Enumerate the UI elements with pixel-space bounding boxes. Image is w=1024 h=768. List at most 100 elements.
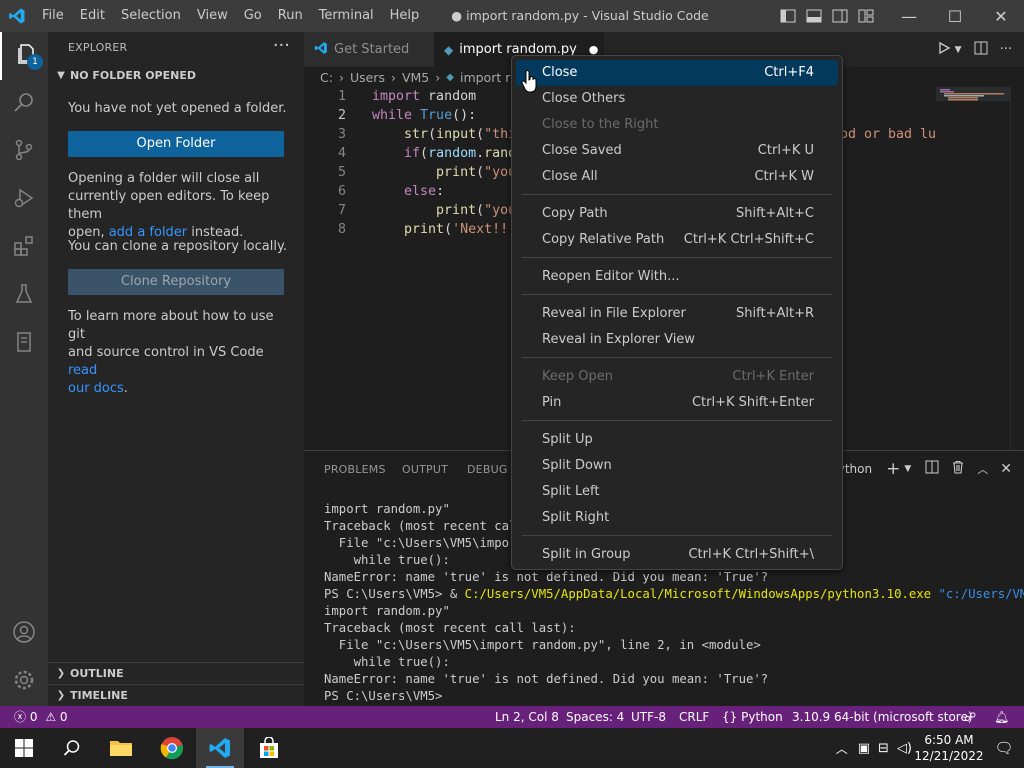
ethernet-icon[interactable]: ⊟ [878,741,889,756]
hand-cursor-icon [521,70,539,98]
no-folder-section-header[interactable]: ▼ NO FOLDER OPENED [54,69,196,82]
close-window-button[interactable]: ✕ [978,0,1024,32]
language-mode[interactable]: {} Python [722,706,783,728]
breadcrumb-users[interactable]: Users [350,70,385,85]
menu-view[interactable]: View [189,0,236,32]
line-number: 8 [337,222,346,237]
vscode-icon[interactable] [196,728,244,768]
menu-edit[interactable]: Edit [72,0,113,32]
trash-icon[interactable] [951,460,965,478]
breadcrumb-drive[interactable]: C: [320,70,333,85]
breadcrumb-vm5[interactable]: VM5 [402,70,429,85]
accounts-activity[interactable] [0,610,48,658]
split-editor-icon[interactable] [974,41,988,59]
menu-item-split-in-group[interactable]: Split in Group Ctrl+K Ctrl+Shift+\ [516,542,838,568]
chrome-icon[interactable] [148,728,196,768]
warning-count: 0 [59,710,68,724]
minimap[interactable] [936,87,1016,450]
terminal-prompt[interactable]: PS C:\Users\VM5> [324,689,442,703]
outline-section-header[interactable]: ❯ OUTLINE [54,667,124,680]
chevron-down-icon[interactable]: ▼ [955,45,962,55]
menu-item-copy-path[interactable]: Copy Path Shift+Alt+C [516,201,838,227]
store-icon[interactable] [245,728,293,768]
maximize-button[interactable]: ☐ [932,0,978,32]
menu-separator [522,420,832,421]
menu-item-split-left[interactable]: Split Left [516,479,838,505]
tab-get-started[interactable]: Get Started [304,32,434,67]
menu-file[interactable]: File [34,0,72,32]
menu-item-split-right[interactable]: Split Right [516,505,838,531]
menu-item-close-all[interactable]: Close All Ctrl+K W [516,164,838,190]
menu-item-pin[interactable]: Pin Ctrl+K Shift+Enter [516,390,838,416]
vertical-scrollbar[interactable] [1010,87,1024,450]
menu-item-reopen-editor-with[interactable]: Reopen Editor With... [516,264,838,290]
line-number: 5 [337,165,346,180]
search-icon[interactable] [48,728,96,768]
tab-output[interactable]: OUTPUT [402,463,448,476]
menu-item-close[interactable]: Close Ctrl+F4 [516,60,838,86]
more-actions-icon[interactable]: ··· [273,35,290,56]
toggle-primary-sidebar-icon[interactable] [778,0,798,32]
menu-separator [522,294,832,295]
chevron-down-icon[interactable]: ▼ [904,464,911,474]
run-debug-activity[interactable] [0,176,48,224]
extensions-activity[interactable] [0,224,48,272]
clone-repository-button[interactable]: Clone Repository [68,269,284,295]
menu-item-split-down[interactable]: Split Down [516,453,838,479]
encoding[interactable]: UTF-8 [631,706,666,728]
customize-layout-icon[interactable] [856,0,876,32]
our-docs-link[interactable]: our docs [68,381,124,396]
split-terminal-icon[interactable] [925,460,939,478]
manage-activity[interactable] [0,658,48,706]
notifications-bell-icon[interactable]: 🔔︎ [994,706,1009,728]
menu-run[interactable]: Run [270,0,311,32]
network-icon[interactable]: ▣ [858,741,870,756]
editor-actions: ▼ ··· [937,32,1024,67]
menu-item-split-up[interactable]: Split Up [516,427,838,453]
menu-item-close-saved[interactable]: Close Saved Ctrl+K U [516,138,838,164]
maximize-panel-icon[interactable]: ︿ [977,461,988,477]
cursor-position[interactable]: Ln 2, Col 8 [495,706,559,728]
status-bar: ⓧ 0 ⚠ 0 Ln 2, Col 8 Spaces: 4 UTF-8 CRLF… [0,706,1024,728]
minimize-button[interactable]: — [886,0,932,32]
file-explorer-icon[interactable] [97,728,145,768]
toggle-secondary-sidebar-icon[interactable] [830,0,850,32]
extensions-icon [12,234,36,262]
windows-start-icon[interactable] [0,728,48,768]
timeline-section-header[interactable]: ❯ TIMELINE [54,689,128,702]
outline-divider [48,662,304,663]
remote-explorer-activity[interactable] [0,320,48,368]
feedback-icon[interactable]: ☍ [964,706,976,728]
breadcrumb-file[interactable]: import ra [460,70,518,85]
line-number: 1 [337,89,346,104]
breadcrumb-separator: › [390,69,396,85]
toggle-panel-icon[interactable] [804,0,824,32]
python-interpreter[interactable]: 3.10.9 64-bit (microsoft store) [792,706,973,728]
more-actions-icon[interactable]: ··· [1000,42,1012,57]
indentation[interactable]: Spaces: 4 [566,706,624,728]
problems-status[interactable]: ⓧ 0 ⚠ 0 [14,706,68,728]
run-python-file-icon[interactable] [937,41,951,59]
open-folder-button[interactable]: Open Folder [68,131,284,157]
window-controls: — ☐ ✕ [772,0,1024,32]
menu-item-reveal-explorer-view[interactable]: Reveal in Explorer View [516,327,838,353]
menu-item-close-others[interactable]: Close Others [516,86,838,112]
new-terminal-icon[interactable]: + [886,459,900,479]
notification-center-icon[interactable]: 🗨︎ [984,739,1024,757]
tab-problems[interactable]: PROBLEMS [324,463,386,476]
testing-activity[interactable] [0,272,48,320]
search-activity[interactable] [0,80,48,128]
volume-icon[interactable]: ◁) [897,741,912,756]
read-docs-link[interactable]: read [68,363,97,378]
menu-terminal[interactable]: Terminal [311,0,382,32]
clock[interactable]: 6:50 AM 12/21/2022 [914,732,984,764]
menu-item-reveal-file-explorer[interactable]: Reveal in File Explorer Shift+Alt+R [516,301,838,327]
menu-go[interactable]: Go [236,0,270,32]
menu-item-copy-relative-path[interactable]: Copy Relative Path Ctrl+K Ctrl+Shift+C [516,227,838,253]
menu-selection[interactable]: Selection [113,0,189,32]
end-of-line[interactable]: CRLF [679,706,709,728]
explorer-activity[interactable]: 1 [0,32,48,80]
close-panel-icon[interactable]: ✕ [1000,461,1012,477]
source-control-activity[interactable] [0,128,48,176]
chevron-up-icon[interactable]: ︿ [836,740,848,757]
